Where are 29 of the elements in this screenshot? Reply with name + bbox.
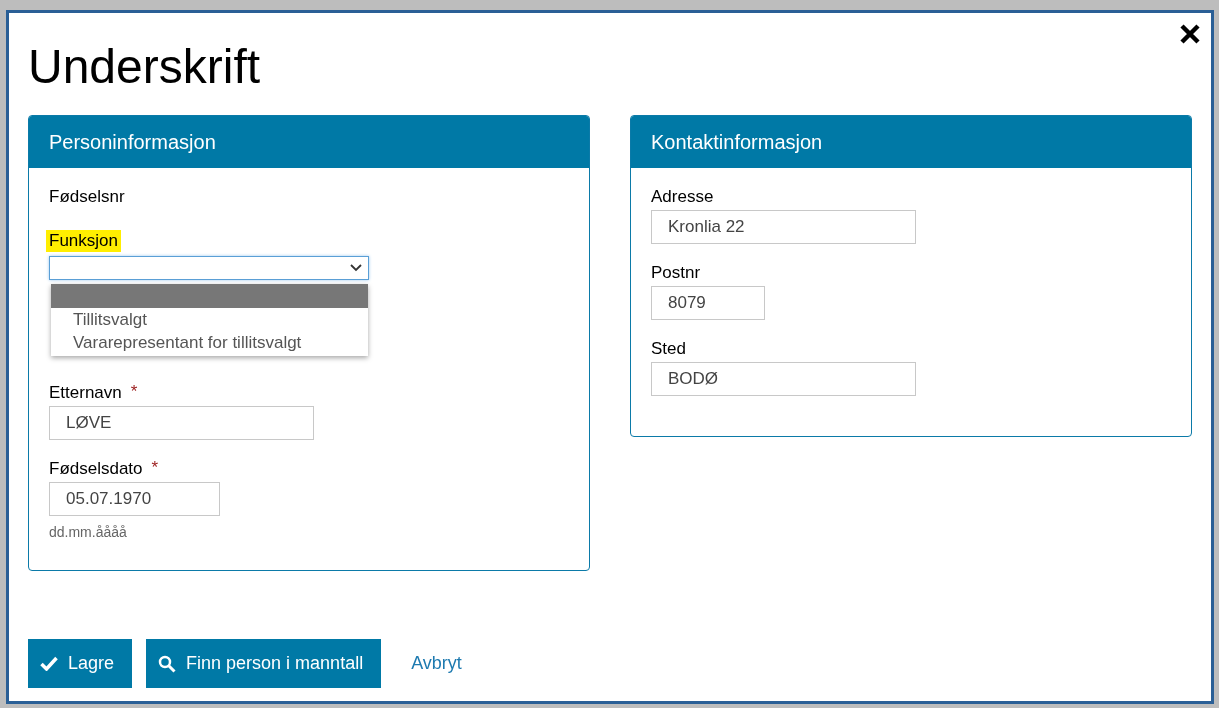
input-field[interactable]: 8079 (651, 286, 765, 320)
dropdown-option[interactable]: Tillitsvalgt (51, 308, 368, 331)
cancel-link[interactable]: Avbryt (411, 653, 462, 674)
panel-title: Personinformasjon (49, 130, 216, 154)
field-label: Postnr (650, 262, 702, 284)
field-label: Fødselsdato (48, 458, 144, 480)
close-icon (1179, 23, 1201, 45)
field-label: Sted (650, 338, 687, 360)
search-button[interactable]: Finn person i manntall (146, 639, 382, 688)
input-field[interactable]: Kronlia 22 (651, 210, 916, 244)
select-field[interactable] (49, 256, 369, 280)
search-icon (158, 654, 177, 673)
field-hint: dd.mm.åååå (49, 524, 127, 540)
field-label: Adresse (650, 186, 715, 208)
field-label: Funksjon (46, 230, 121, 252)
field-label: Etternavn (48, 382, 123, 404)
chevron-down-icon (350, 264, 362, 272)
panel-title: Kontaktinformasjon (651, 130, 823, 154)
required-asterisk: * (151, 458, 159, 479)
dialog-title: Underskrift (28, 39, 261, 95)
input-field[interactable]: BODØ (651, 362, 916, 396)
field-label: Fødselsnr (48, 186, 126, 208)
dropdown-option[interactable]: Vararepresentant for tillitsvalgt (51, 331, 368, 354)
input-field[interactable]: 05.07.1970 (49, 482, 220, 516)
required-asterisk: * (130, 382, 138, 403)
close-button[interactable] (1179, 23, 1201, 45)
save-button[interactable]: Lagre (28, 639, 133, 688)
input-field[interactable]: LØVE (49, 406, 314, 440)
check-icon (40, 656, 58, 671)
